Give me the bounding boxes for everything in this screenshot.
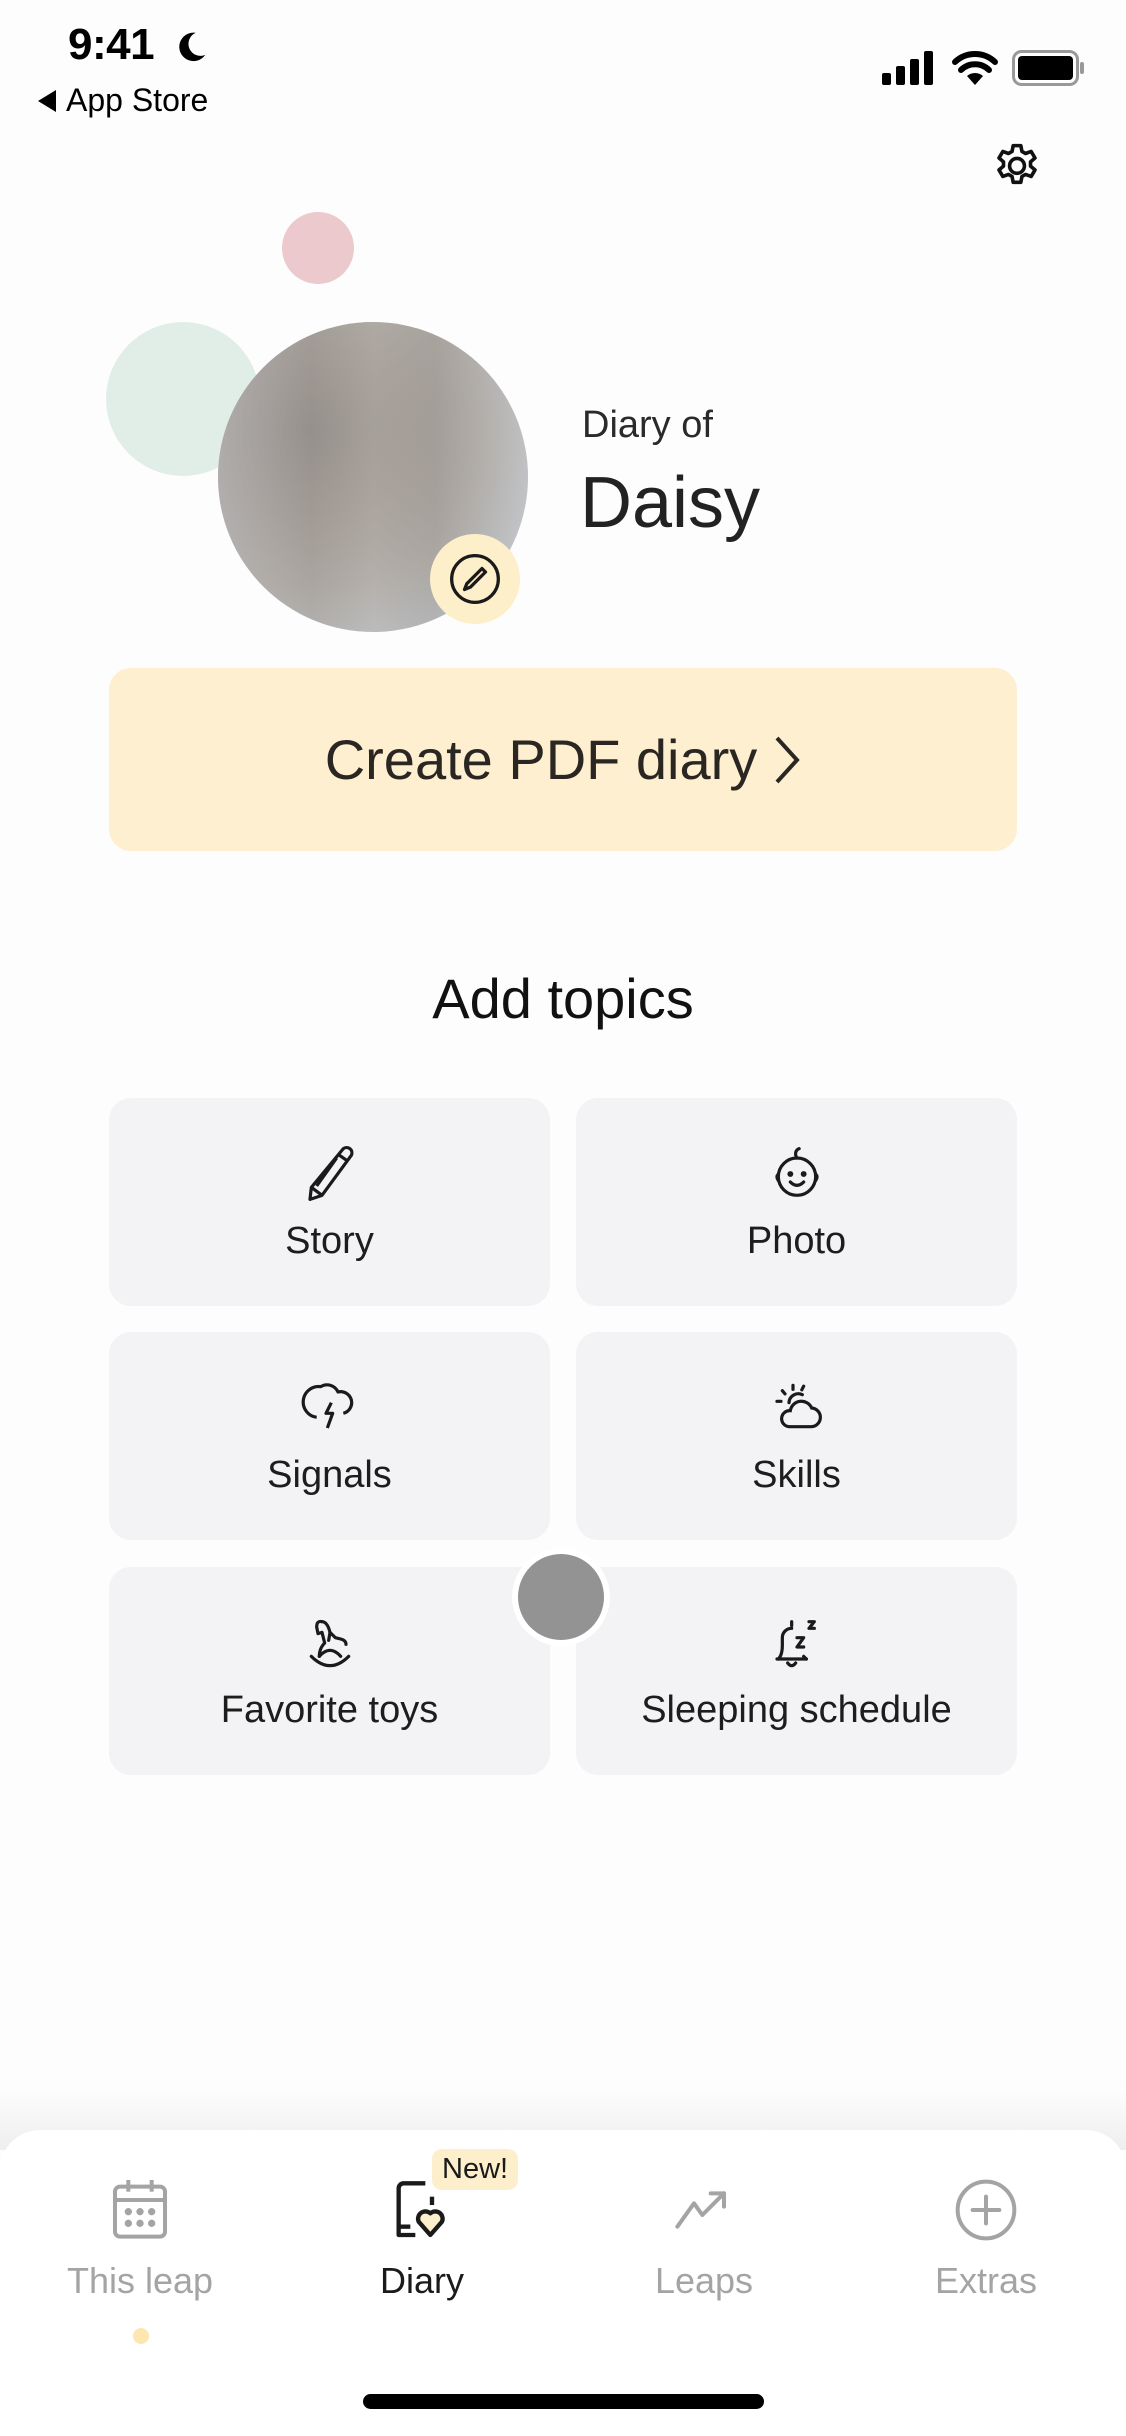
create-pdf-label: Create PDF diary <box>324 728 758 791</box>
tab-label: Extras <box>934 2260 1038 2301</box>
baby-face-icon <box>774 1147 819 1197</box>
back-app-label: App Store <box>66 82 209 118</box>
sun-cloud-icon <box>774 1383 822 1429</box>
trending-up-icon <box>675 2191 726 2229</box>
add-topics-title: Add topics <box>432 967 694 1030</box>
chevron-right-icon <box>775 736 800 783</box>
calendar-icon <box>113 2180 167 2239</box>
topic-label: Signals <box>267 1454 392 1496</box>
edit-avatar-button[interactable] <box>430 534 520 624</box>
back-to-app-store[interactable]: App Store <box>38 82 208 119</box>
plus-circle-icon <box>955 2179 1017 2241</box>
home-indicator[interactable] <box>363 2394 764 2409</box>
tab-label: Diary <box>379 2260 464 2301</box>
tab-this-leap[interactable]: This leap <box>20 2170 260 2302</box>
gear-icon[interactable] <box>990 140 1044 194</box>
child-name: Daisy <box>580 463 761 543</box>
topic-story[interactable]: Story <box>109 1098 550 1306</box>
rocking-horse-icon <box>309 1619 350 1668</box>
cellular-signal-icon <box>882 51 933 85</box>
topic-label: Photo <box>746 1220 847 1262</box>
topic-signals[interactable]: Signals <box>109 1332 550 1540</box>
pencil-icon <box>307 1145 353 1201</box>
topic-sleeping-schedule[interactable]: Sleeping schedule <box>576 1567 1017 1775</box>
tab-notification-dot <box>133 2328 149 2344</box>
tab-bar: This leap Diary Leaps Extras <box>0 2130 1126 2436</box>
back-triangle-icon <box>38 89 56 112</box>
topic-favorite-toys[interactable]: Favorite toys <box>109 1567 550 1775</box>
topic-label: Skills <box>752 1454 841 1496</box>
topic-label: Story <box>285 1220 374 1262</box>
new-badge: New! <box>432 2149 519 2190</box>
battery-icon <box>1012 50 1084 86</box>
create-pdf-diary-button[interactable]: Create PDF diary <box>109 668 1017 851</box>
touch-indicator <box>512 1548 610 1646</box>
pencil-circle-icon <box>450 554 500 604</box>
wifi-icon <box>952 51 998 85</box>
tab-label: Leaps <box>654 2260 754 2301</box>
status-icons <box>882 50 1086 86</box>
topic-photo[interactable]: Photo <box>576 1098 1017 1306</box>
decorative-pink-circle <box>282 212 354 284</box>
tab-leaps[interactable]: Leaps <box>584 2170 824 2302</box>
diary-of-label: Diary of <box>582 404 713 446</box>
topic-label: Favorite toys <box>220 1689 439 1731</box>
bell-sleep-icon <box>774 1620 816 1668</box>
topic-label: Sleeping schedule <box>641 1689 952 1731</box>
moon-icon <box>179 32 206 62</box>
topic-skills[interactable]: Skills <box>576 1332 1017 1540</box>
tab-extras[interactable]: Extras <box>866 2170 1106 2302</box>
storm-cloud-icon <box>301 1383 353 1429</box>
status-time: 9:41 <box>68 20 155 69</box>
tab-label: This leap <box>66 2260 214 2301</box>
